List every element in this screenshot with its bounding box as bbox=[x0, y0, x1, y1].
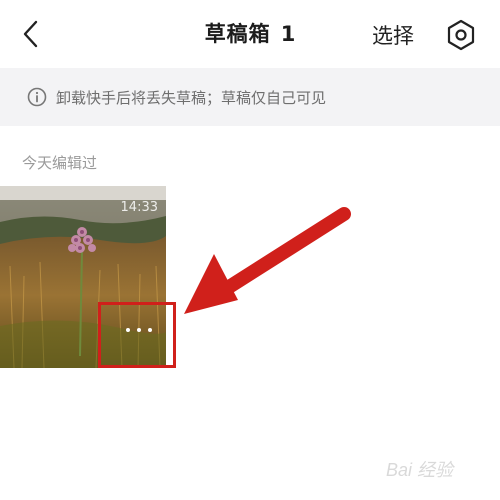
notice-banner: 卸载快手后将丢失草稿；草稿仅自己可见 bbox=[0, 68, 500, 126]
title-text: 草稿箱 bbox=[204, 22, 271, 46]
annotation-highlight-box bbox=[98, 302, 176, 368]
page-title: 草稿箱 1 bbox=[0, 18, 500, 48]
draft-time: 14:33 bbox=[120, 200, 158, 215]
top-bar: 草稿箱 1 选择 bbox=[0, 0, 500, 68]
info-circle-icon bbox=[27, 87, 47, 107]
notice-text: 卸载快手后将丢失草稿；草稿仅自己可见 bbox=[56, 89, 327, 107]
watermark: Bai 经验 bbox=[372, 448, 490, 488]
select-button[interactable]: 选择 bbox=[372, 20, 414, 50]
draft-count: 1 bbox=[280, 22, 296, 46]
settings-button[interactable] bbox=[444, 18, 478, 52]
section-label: 今天编辑过 bbox=[22, 154, 98, 172]
gear-hexagon-icon bbox=[447, 19, 475, 51]
watermark-text: Bai 经验 bbox=[386, 460, 454, 480]
